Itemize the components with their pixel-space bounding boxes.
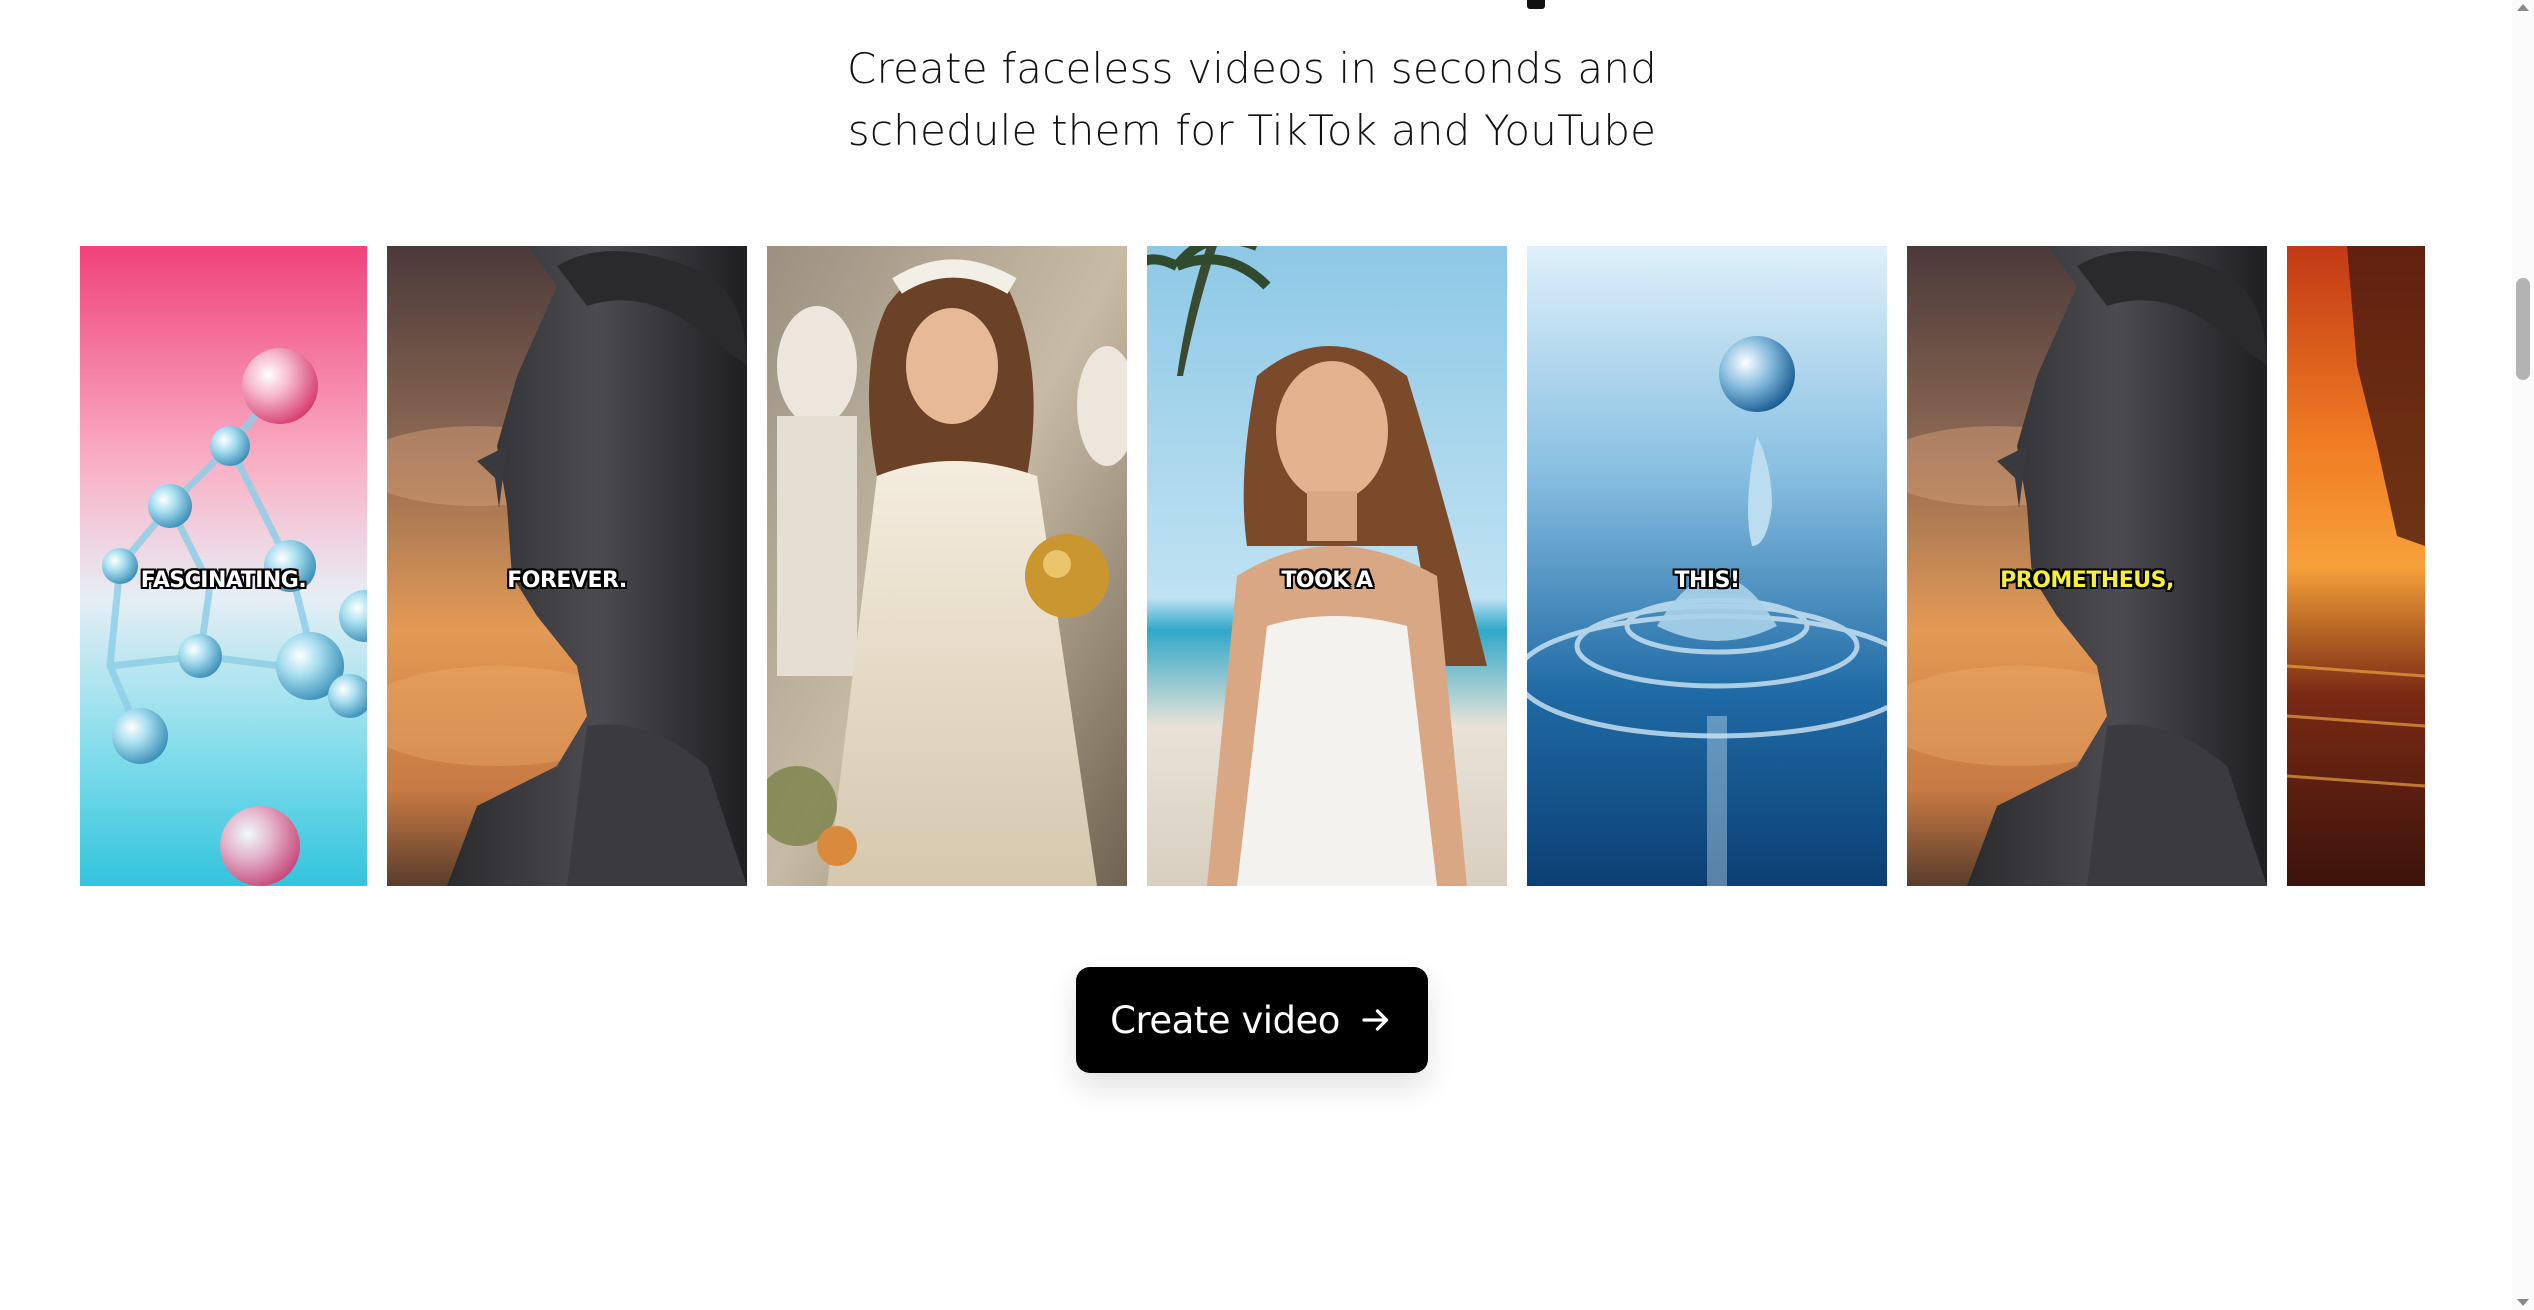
scroll-up-arrow-icon[interactable]	[2517, 4, 2529, 11]
scroll-down-arrow-icon[interactable]	[2517, 1299, 2529, 1306]
molecule-thumbnail	[80, 246, 367, 886]
video-card-fiery-ocean[interactable]: BE	[2287, 246, 2425, 886]
card-caption: PROMETHEUS,	[2000, 568, 2174, 593]
video-card-goddess[interactable]	[767, 246, 1127, 886]
card-caption: THIS!	[1674, 568, 1740, 593]
card-caption: FASCINATING.	[140, 568, 307, 593]
beach-thumbnail	[1147, 246, 1507, 886]
hero-subtitle-line-1: Create faceless videos in seconds and	[846, 44, 1657, 93]
video-card-water[interactable]: THIS!	[1527, 246, 1887, 886]
arrow-right-icon	[1362, 1009, 1389, 1031]
video-card-beach[interactable]: TOOK A	[1147, 246, 1507, 886]
fiery-ocean-thumbnail	[2287, 246, 2425, 886]
create-video-button[interactable]: Create video	[1076, 967, 1428, 1073]
video-card-molecule[interactable]: FASCINATING.	[80, 246, 367, 886]
hero-subtitle-line-2: schedule them for TikTok and YouTube	[847, 106, 1657, 155]
statue-thumbnail	[387, 246, 747, 886]
page-scrollbar[interactable]	[2512, 0, 2534, 1310]
video-card-prometheus[interactable]: PROMETHEUS,	[1907, 246, 2267, 886]
video-card-statue[interactable]: FOREVER.	[387, 246, 747, 886]
card-caption: FOREVER.	[507, 568, 627, 593]
heading-fragment	[1527, 0, 1545, 9]
video-carousel[interactable]: FASCINATING. FOREVER. TOOK A THIS! PROME…	[80, 246, 2425, 886]
water-thumbnail	[1527, 246, 1887, 886]
goddess-thumbnail	[767, 246, 1127, 886]
card-caption: TOOK A	[1281, 568, 1373, 593]
create-video-label: Create video	[1110, 998, 1340, 1042]
scrollbar-thumb[interactable]	[2516, 278, 2530, 380]
statue-thumbnail	[1907, 246, 2267, 886]
hero-subtitle: Create faceless videos in seconds and sc…	[0, 38, 2504, 162]
